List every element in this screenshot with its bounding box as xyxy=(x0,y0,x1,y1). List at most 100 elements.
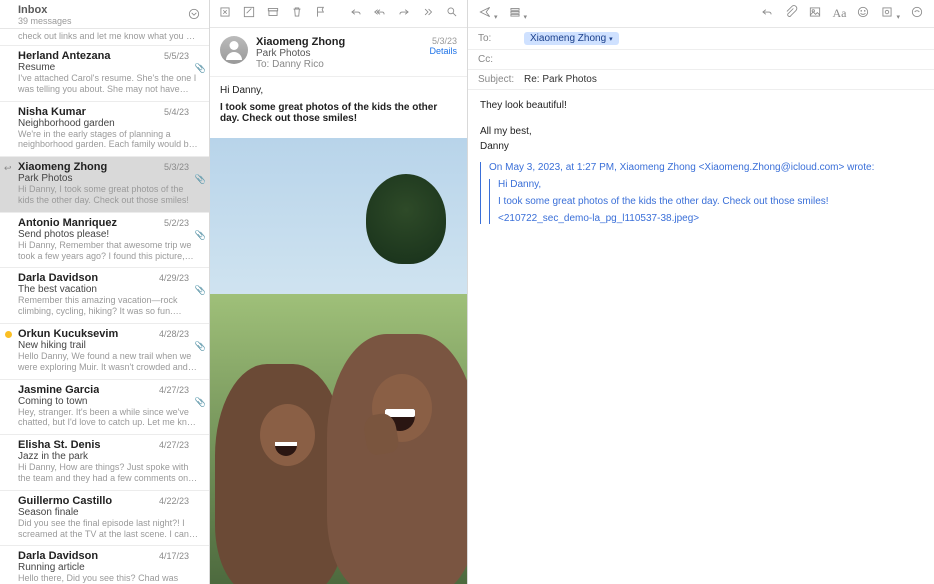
msg-preview: We're in the early stages of planning a … xyxy=(18,129,199,151)
flag-icon[interactable] xyxy=(314,5,328,22)
msg-sender: Darla Davidson xyxy=(18,272,98,284)
attachment-icon: 📎 xyxy=(195,341,206,352)
message-item[interactable]: Orkun Kucuksevim 4/28/23New hiking trailH… xyxy=(0,324,209,380)
msg-date: 5/3/23 xyxy=(164,162,189,172)
emoji-icon[interactable] xyxy=(856,5,870,22)
message-item[interactable]: Jasmine Garcia4/27/23Coming to townHey, … xyxy=(0,380,209,436)
msg-date: 4/28/23 xyxy=(159,329,189,339)
inbox-count: 39 messages xyxy=(18,16,187,26)
message-viewer-pane: Xiaomeng Zhong Park Photos To: Danny Ric… xyxy=(210,0,468,584)
photo-icon[interactable] xyxy=(808,5,822,22)
viewer-from: Xiaomeng Zhong xyxy=(256,36,421,48)
message-item[interactable]: Herland Antezana5/5/23ResumeI've attache… xyxy=(0,46,209,102)
compose-body[interactable]: They look beautiful! All my best, Danny … xyxy=(468,90,934,240)
viewer-attachment-image[interactable] xyxy=(210,138,467,584)
msg-date: 4/29/23 xyxy=(159,273,189,283)
msg-date: 4/22/23 xyxy=(159,496,189,506)
viewer-toolbar xyxy=(210,0,467,28)
message-item[interactable]: ↩Xiaomeng Zhong5/3/23Park PhotosHi Danny… xyxy=(0,157,209,213)
msg-date: 4/27/23 xyxy=(159,440,189,450)
archive-icon[interactable] xyxy=(266,5,280,22)
quote-greeting: Hi Danny, xyxy=(498,179,922,190)
search-icon[interactable] xyxy=(445,5,459,22)
more-icon[interactable] xyxy=(421,5,435,22)
compose-signoff2: Danny xyxy=(480,141,922,152)
msg-sender: Xiaomeng Zhong xyxy=(18,161,107,173)
msg-preview: Hello Danny, We found a new trail when w… xyxy=(18,351,199,373)
msg-preview: Hello there, Did you see this? Chad was … xyxy=(18,573,199,584)
filter-icon[interactable] xyxy=(187,7,201,24)
reply-all-icon[interactable] xyxy=(373,5,387,22)
compose-intro: They look beautiful! xyxy=(480,100,922,111)
compose-toolbar: Aa xyxy=(468,0,934,28)
compose-cc-row[interactable]: Cc: xyxy=(468,50,934,70)
unread-dot xyxy=(5,331,12,338)
compose-pane: Aa To: Xiaomeng Zhong Cc: Subject: Re: P… xyxy=(468,0,934,584)
drawing-icon[interactable] xyxy=(910,5,924,22)
msg-sender: Guillermo Castillo xyxy=(18,495,112,507)
viewer-to-line: To: Danny Rico xyxy=(256,59,421,70)
to-label: To: xyxy=(478,33,524,44)
details-link[interactable]: Details xyxy=(429,46,457,56)
msg-sender: Orkun Kucuksevim xyxy=(18,328,118,340)
message-item[interactable]: Guillermo Castillo 4/22/23Season finaleDi… xyxy=(0,491,209,547)
msg-sender: Jasmine Garcia xyxy=(18,384,99,396)
msg-subject: Jazz in the park xyxy=(18,451,199,462)
msg-date: 4/27/23 xyxy=(159,385,189,395)
message-list[interactable]: check out links and let me know what you… xyxy=(0,29,209,584)
header-fields-icon[interactable] xyxy=(508,5,528,22)
msg-date: 5/4/23 xyxy=(164,107,189,117)
msg-date: 5/2/23 xyxy=(164,218,189,228)
message-item[interactable]: Antonio Manriquez5/2/23Send photos pleas… xyxy=(0,213,209,269)
msg-sender: Nisha Kumar xyxy=(18,106,86,118)
trash-icon[interactable] xyxy=(290,5,304,22)
msg-sender: Darla Davidson xyxy=(18,550,98,562)
subject-field[interactable]: Re: Park Photos xyxy=(524,74,924,85)
viewer-date: 5/3/23 xyxy=(429,36,457,46)
attachment-icon: 📎 xyxy=(195,230,206,241)
msg-preview: Hi Danny, How are things? Just spoke wit… xyxy=(18,462,199,484)
viewer-header: Xiaomeng Zhong Park Photos To: Danny Ric… xyxy=(210,28,467,77)
msg-subject: Resume xyxy=(18,62,199,73)
msg-subject: Park Photos xyxy=(18,173,199,184)
sender-avatar[interactable] xyxy=(220,36,248,64)
quote-body: I took some great photos of the kids the… xyxy=(498,196,922,207)
msg-preview: Hey, stranger. It's been a while since w… xyxy=(18,407,199,429)
message-item[interactable]: Nisha Kumar 5/4/23Neighborhood gardenWe'r… xyxy=(0,102,209,158)
message-item[interactable]: Elisha St. Denis 4/27/23Jazz in the parkH… xyxy=(0,435,209,491)
viewer-body: Hi Danny, I took some great photos of th… xyxy=(210,77,467,138)
quote-attachment: <210722_sec_demo-la_pg_l110537-38.jpeg> xyxy=(498,213,922,224)
compose-subject-row[interactable]: Subject: Re: Park Photos xyxy=(468,70,934,90)
junk-icon[interactable] xyxy=(218,5,232,22)
msg-subject: The best vacation xyxy=(18,284,199,295)
prev-message-fragment[interactable]: check out links and let me know what you… xyxy=(0,29,209,46)
compose-to-row[interactable]: To: Xiaomeng Zhong xyxy=(468,28,934,50)
viewer-greeting: Hi Danny, xyxy=(220,85,457,96)
msg-subject: Running article xyxy=(18,562,199,573)
send-icon[interactable] xyxy=(478,5,498,22)
msg-date: 4/17/23 xyxy=(159,551,189,561)
viewer-subject: Park Photos xyxy=(256,48,421,59)
inbox-title: Inbox xyxy=(18,4,187,16)
msg-date: 5/5/23 xyxy=(164,51,189,61)
compose-icon[interactable] xyxy=(242,5,256,22)
msg-sender: Elisha St. Denis xyxy=(18,439,101,451)
attach-icon[interactable] xyxy=(784,5,798,22)
msg-subject: New hiking trail xyxy=(18,340,199,351)
quoted-block: On May 3, 2023, at 1:27 PM, Xiaomeng Zho… xyxy=(480,162,922,224)
msg-preview: Hi Danny, I took some great photos of th… xyxy=(18,184,199,206)
forward-icon[interactable] xyxy=(397,5,411,22)
attachment-icon: 📎 xyxy=(195,63,206,74)
msg-subject: Season finale xyxy=(18,507,199,518)
msg-preview: Did you see the final episode last night… xyxy=(18,518,199,540)
reply-compose-icon[interactable] xyxy=(760,5,774,22)
message-item[interactable]: Darla Davidson 4/17/23Running articleHell… xyxy=(0,546,209,584)
msg-subject: Neighborhood garden xyxy=(18,118,199,129)
recipient-chip[interactable]: Xiaomeng Zhong xyxy=(524,32,619,45)
format-icon[interactable]: Aa xyxy=(832,6,846,21)
inbox-header: Inbox 39 messages xyxy=(0,0,209,29)
message-item[interactable]: Darla Davidson4/29/23The best vacationRe… xyxy=(0,268,209,324)
msg-subject: Send photos please! xyxy=(18,229,199,240)
link-icon[interactable] xyxy=(880,5,900,22)
reply-icon[interactable] xyxy=(348,5,362,22)
